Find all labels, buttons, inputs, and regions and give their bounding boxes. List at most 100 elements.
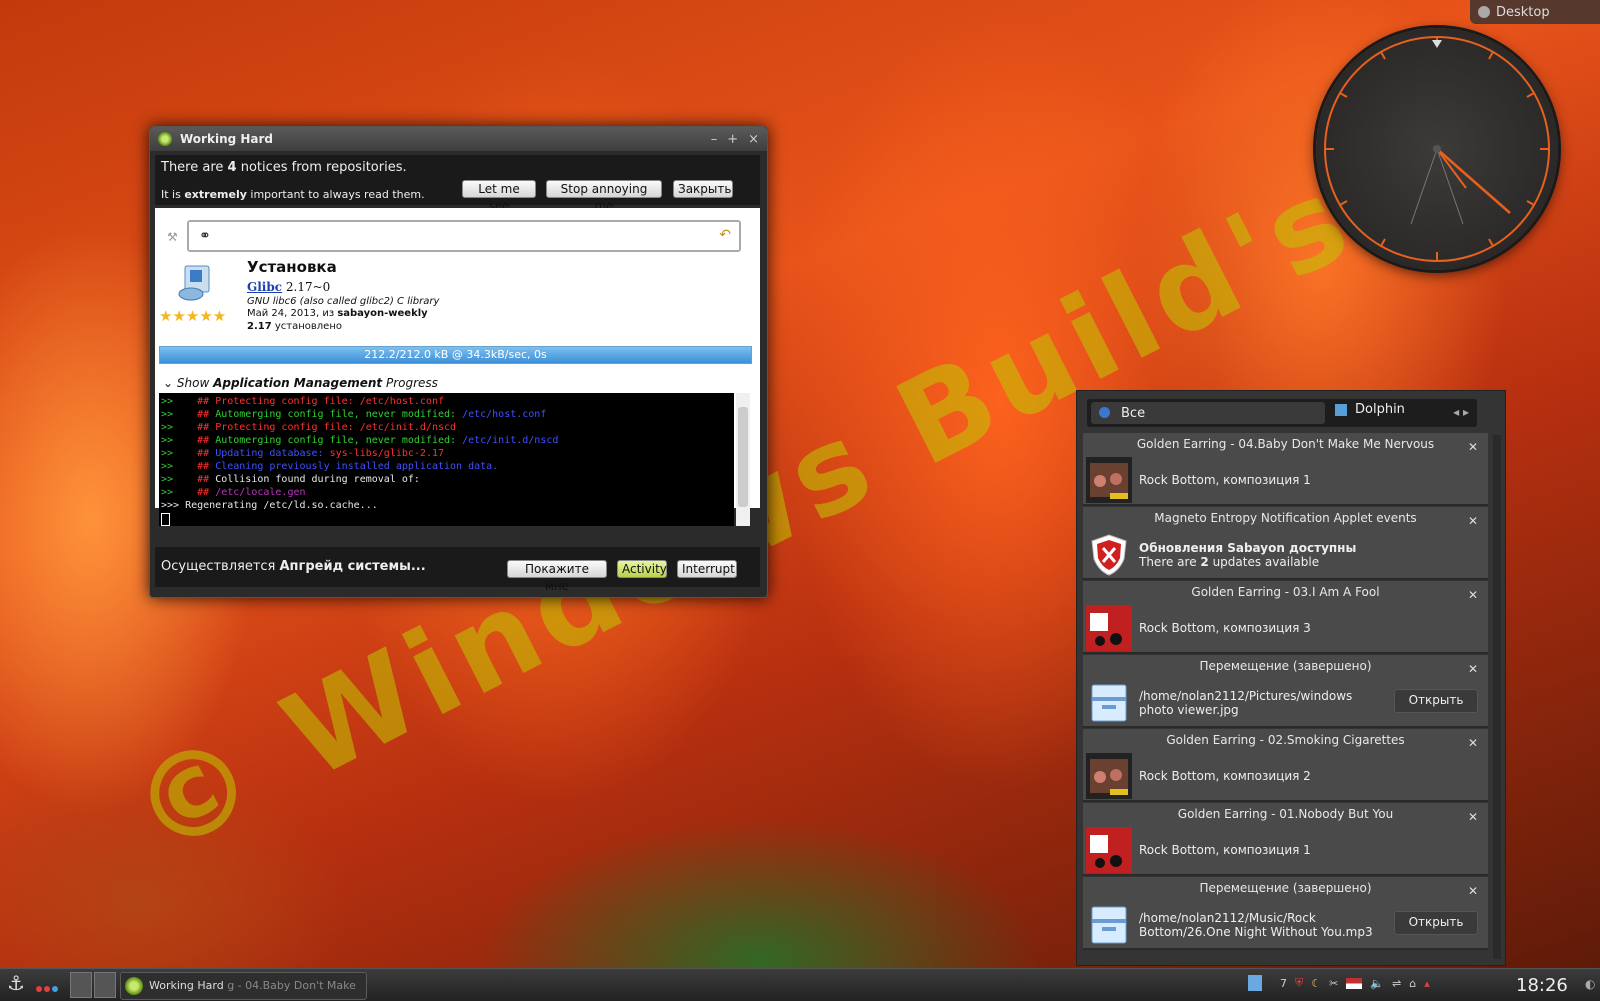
taskbar-clock[interactable]: 18:26 xyxy=(1516,975,1568,996)
close-notification-icon[interactable]: ✕ xyxy=(1468,440,1478,454)
download-progress-bar: 212.2/212.0 kB @ 34.3kB/sec, 0s xyxy=(159,346,752,364)
package-description: GNU libc6 (also called glibc2) C library xyxy=(247,296,440,307)
terminal-line: >> ## Automerging config file, never mod… xyxy=(161,435,559,446)
interrupt-button[interactable]: Interrupt xyxy=(677,560,737,578)
show-me-button[interactable]: Покажите мне xyxy=(507,560,607,593)
album-cover-icon xyxy=(1086,605,1132,651)
terminal-line: >> ## Updating database: sys-libs/glibc-… xyxy=(161,448,444,459)
minimize-button[interactable]: – xyxy=(711,132,718,147)
let-me-see-button[interactable]: Let me see xyxy=(462,180,536,213)
notification-item[interactable]: Перемещение (завершено) ✕ /home/nolan2112… xyxy=(1083,877,1488,950)
tools-icon[interactable]: ⚒ xyxy=(167,230,181,244)
notification-item[interactable]: Golden Earring - 03.I Am A Fool ✕ Rock Bo… xyxy=(1083,581,1488,654)
window-titlebar[interactable]: Working Hard – + × xyxy=(150,127,767,151)
pager-desktop-2[interactable] xyxy=(94,972,116,998)
install-title: Установка xyxy=(247,258,337,276)
volume-icon[interactable]: 🔈 xyxy=(1370,977,1384,990)
notice-line-2: It is extremely important to always read… xyxy=(161,188,425,201)
activity-button[interactable]: Activity xyxy=(617,560,667,578)
desktop-toolbox-button[interactable]: Desktop xyxy=(1470,0,1600,24)
analog-clock-widget[interactable] xyxy=(1316,28,1558,270)
show-progress-toggle[interactable]: ⌄ Show Application Management Progress xyxy=(163,376,438,390)
folder-icon xyxy=(1091,906,1127,944)
notification-title: Golden Earring - 03.I Am A Fool xyxy=(1191,585,1380,599)
terminal-line: >> ## Collision found during removal of: xyxy=(161,474,420,485)
maximize-button[interactable]: + xyxy=(727,132,738,147)
notification-item[interactable]: Golden Earring - 04.Baby Don't Make Me N… xyxy=(1083,433,1488,506)
package-panel: ⚒ ⚭ ↶ ★★★★★ Установка Glibc 2.17~0 GNU l… xyxy=(155,208,760,526)
task-label: Working Hard g - 04.Baby Don't Make xyxy=(149,979,356,992)
rating-stars[interactable]: ★★★★★ xyxy=(159,307,226,325)
pager-desktop-1[interactable] xyxy=(70,972,92,998)
application-launcher-icon[interactable]: ⚓ xyxy=(4,971,28,999)
panel-toolbox-icon[interactable]: ◐ xyxy=(1585,977,1595,991)
notification-item[interactable]: Перемещение (завершено) ✕ /home/nolan2112… xyxy=(1083,655,1488,728)
search-row: ⚒ ⚭ ↶ xyxy=(161,218,753,254)
notification-body: /home/nolan2112/Pictures/windows photo vi… xyxy=(1139,689,1353,717)
notification-title: Golden Earring - 01.Nobody But You xyxy=(1177,807,1394,821)
clipboard-icon[interactable] xyxy=(1248,975,1262,991)
album-cover-icon xyxy=(1086,827,1132,873)
chevron-down-icon: ⌄ xyxy=(163,376,177,390)
progress-text: 212.2/212.0 kB @ 34.3kB/sec, 0s xyxy=(364,348,547,361)
close-notification-icon[interactable]: ✕ xyxy=(1468,884,1478,898)
system-tray: 7 ⛨ ☾ ✂ 🔈 ⇌ ⌂ ▴ xyxy=(1248,975,1430,991)
terminal-scrollbar[interactable] xyxy=(736,393,750,526)
filter-arrows[interactable]: ◂ ▸ xyxy=(1453,405,1469,419)
activity-dots[interactable] xyxy=(36,981,60,995)
stop-annoying-button[interactable]: Stop annoying me xyxy=(546,180,662,213)
close-notification-icon[interactable]: ✕ xyxy=(1468,810,1478,824)
notification-item[interactable]: Golden Earring - 01.Nobody But You ✕ Rock… xyxy=(1083,803,1488,876)
terminal-output: >> ## Protecting config file: /etc/host.… xyxy=(159,393,734,526)
terminal-line: >> ## /etc/locale.gen xyxy=(161,487,306,498)
terminal-line: >>> Regenerating /etc/ld.so.cache... xyxy=(161,500,378,511)
desktop-pager[interactable] xyxy=(70,972,116,998)
notification-item[interactable]: Golden Earring - 02.Smoking Cigarettes ✕… xyxy=(1083,729,1488,802)
package-link[interactable]: Glibc xyxy=(247,280,282,294)
close-notice-button[interactable]: Закрыть xyxy=(673,180,733,198)
package-search-input[interactable]: ⚭ ↶ xyxy=(187,220,741,252)
close-notification-icon[interactable]: ✕ xyxy=(1468,588,1478,602)
battery-icon[interactable]: ⌂ xyxy=(1409,977,1416,990)
close-notification-icon[interactable]: ✕ xyxy=(1468,514,1478,528)
close-window-button[interactable]: × xyxy=(748,132,759,147)
keyboard-layout-flag-icon[interactable] xyxy=(1346,977,1363,989)
folder-icon xyxy=(1091,684,1127,722)
terminal-line: >> ## Protecting config file: /etc/host.… xyxy=(161,396,444,407)
info-icon xyxy=(1099,407,1110,418)
expand-tray-icon[interactable]: ▴ xyxy=(1424,977,1430,990)
tools-icon[interactable]: ✂ xyxy=(1329,977,1338,990)
open-file-button[interactable]: Открыть xyxy=(1394,911,1478,935)
notification-item[interactable]: Magneto Entropy Notification Applet even… xyxy=(1083,507,1488,580)
scrollbar-thumb[interactable] xyxy=(738,407,748,507)
notification-body: Rock Bottom, композиция 2 xyxy=(1139,769,1311,783)
red-dot-icon xyxy=(36,986,42,992)
taskbar-task-working-hard[interactable]: Working Hard g - 04.Baby Don't Make xyxy=(120,972,367,1000)
filter-all-tab[interactable]: Все xyxy=(1091,402,1325,424)
package-installed: 2.17 установлено xyxy=(247,321,342,332)
undo-icon[interactable]: ↶ xyxy=(719,227,731,243)
open-file-button[interactable]: Открыть xyxy=(1394,689,1478,713)
desktop-toolbox-icon xyxy=(1478,6,1490,18)
desktop-toolbox-label: Desktop xyxy=(1496,4,1550,20)
notice-line-1: There are 4 notices from repositories. xyxy=(161,160,407,175)
status-bar: Осуществляется Апгрейд системы... Покажи… xyxy=(155,547,760,593)
terminal-line: >> ## Cleaning previously installed appl… xyxy=(161,461,499,472)
notification-title: Перемещение (завершено) xyxy=(1199,659,1372,673)
network-icon[interactable]: ⇌ xyxy=(1392,977,1401,990)
notification-title: Golden Earring - 02.Smoking Cigarettes xyxy=(1166,733,1405,747)
package-install-icon xyxy=(178,265,210,301)
blue-dot-icon xyxy=(52,986,58,992)
filter-dolphin-tab[interactable]: Dolphin xyxy=(1335,402,1405,417)
working-hard-window[interactable]: Working Hard – + × There are 4 notices f… xyxy=(149,126,768,598)
security-shield-icon xyxy=(1091,534,1127,576)
close-notification-icon[interactable]: ✕ xyxy=(1468,662,1478,676)
close-notification-icon[interactable]: ✕ xyxy=(1468,736,1478,750)
album-cover-icon xyxy=(1086,457,1132,503)
notifications-scrollbar[interactable] xyxy=(1493,435,1501,959)
moon-icon[interactable]: ☾ xyxy=(1311,977,1321,990)
notification-body: Rock Bottom, композиция 1 xyxy=(1139,473,1311,487)
shield-icon[interactable]: ⛨ xyxy=(1295,976,1303,990)
notifications-filter-bar: Все Dolphin ◂ ▸ xyxy=(1087,399,1477,427)
notification-title: Перемещение (завершено) xyxy=(1199,881,1372,895)
